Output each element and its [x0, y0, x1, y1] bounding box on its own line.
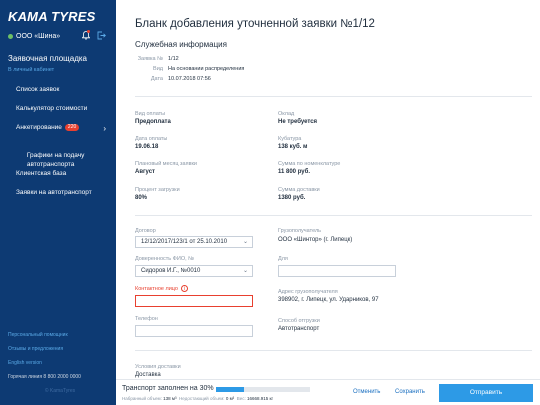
volume-label: Набранный объем:	[122, 396, 162, 401]
page-title: Бланк добавления уточненной заявки №1/12	[135, 18, 375, 30]
transport-stats: Набранный объем: 138 м³ Недостающий объе…	[122, 396, 273, 401]
transport-fill-title: Транспорт заполнен на 30%	[122, 385, 214, 392]
nomenclature-sum-value: 11 800 руб.	[278, 169, 310, 175]
chevron-down-icon: ⌄	[242, 239, 248, 245]
payment-type-label: Вид оплаты	[135, 111, 166, 117]
send-button[interactable]: Отправить	[439, 384, 533, 402]
warehouse-label: Оклад	[278, 111, 295, 117]
sidebar-item-transport-requests[interactable]: Заявки на автотранспорт	[0, 189, 92, 196]
contract-select-value: 12/12/2017/123/1 от 25.10.2010	[141, 239, 228, 245]
sidebar-item-label: Заявки на автотранспорт	[16, 189, 92, 196]
sidebar: KAMA TYRES ООО «Шина» Заявочная площадка…	[0, 0, 116, 405]
section-title: Служебная информация	[135, 40, 227, 49]
weight-label: Вес:	[236, 396, 246, 401]
load-percent-label: Процент загрузки	[135, 187, 180, 193]
meta-date: Дата 10.07.2018 07:56	[135, 76, 211, 82]
for-label: Для	[278, 256, 288, 262]
delivery-sum-value: 1380 руб.	[278, 195, 306, 201]
chevron-down-icon: ⌄	[242, 268, 248, 274]
info-icon[interactable]: i	[180, 285, 188, 292]
transport-progress-bar	[216, 387, 310, 392]
sidebar-item-calculator[interactable]: Калькулятор стоимости	[0, 105, 87, 112]
load-percent-value: 80%	[135, 195, 148, 201]
meta-key: Заявка №	[137, 56, 163, 62]
meta-type: Вид На основании распределения	[135, 66, 244, 72]
shipping-value: Автотранспорт	[278, 326, 320, 332]
save-button[interactable]: Сохранить	[395, 389, 425, 395]
contact-input[interactable]	[135, 295, 253, 307]
assistant-link[interactable]: Персональный помощник	[8, 332, 112, 346]
delivery-sum-label: Сумма доставки	[278, 187, 320, 193]
payment-date-value: 19.06.18	[135, 144, 159, 150]
divider	[135, 96, 532, 97]
meta-value: 1/12	[168, 56, 179, 62]
missing-label: Недостающий объем:	[179, 396, 225, 401]
main-content: Бланк добавления уточненной заявки №1/12…	[116, 0, 540, 405]
logo-text: KAMA TYRES	[8, 8, 96, 24]
volume-value: 138 м³	[163, 396, 177, 401]
missing-value: 0 м³	[225, 396, 235, 401]
delivery-conditions-value: Доставка	[135, 372, 161, 378]
sidebar-item-label: Клиентская база	[16, 170, 67, 177]
contact-label-text: Контактное лицо	[135, 285, 178, 292]
contact-label: Контактное лицо i	[135, 285, 188, 292]
company-selector[interactable]: ООО «Шина»	[8, 30, 108, 42]
warehouse-value: Не требуется	[278, 119, 318, 125]
progress-fill	[216, 387, 245, 392]
copyright-text: © KamaTyres	[44, 388, 76, 394]
contract-label: Договор	[135, 228, 156, 234]
sidebar-title: Заявочная площадка	[8, 54, 87, 63]
meta-key: Вид	[153, 66, 163, 72]
sidebar-item-label: Калькулятор стоимости	[16, 105, 88, 112]
delivery-conditions-label: Условия доставки	[135, 364, 181, 370]
contract-select[interactable]: 12/12/2017/123/1 от 25.10.2010 ⌄	[135, 236, 253, 248]
sidebar-item-clients[interactable]: Клиентская база	[0, 170, 66, 177]
notification-dot-icon	[87, 30, 90, 33]
meta-key: Дата	[150, 76, 163, 82]
payment-type-value: Предоплата	[135, 119, 171, 125]
address-label: Адрес грузополучателя	[278, 289, 338, 295]
shipping-label: Способ отгрузки	[278, 318, 320, 324]
phone-label: Телефон	[135, 316, 158, 322]
plan-month-value: Август	[135, 169, 155, 175]
payment-date-label: Дата оплаты	[135, 136, 168, 142]
logout-icon[interactable]	[97, 31, 106, 40]
bottom-bar: Транспорт заполнен на 30% Набранный объе…	[116, 379, 540, 405]
meta-request-number: Заявка № 1/12	[135, 56, 179, 62]
english-link[interactable]: English version	[8, 360, 112, 374]
company-name: ООО «Шина»	[16, 32, 61, 40]
personal-cabinet-link[interactable]: В личный кабинет	[8, 67, 54, 73]
divider	[135, 215, 532, 216]
sidebar-item-requests[interactable]: Список заявок	[0, 86, 59, 93]
for-input[interactable]	[278, 265, 396, 277]
sidebar-footer: Персональный помощник Отзывы и предложен…	[8, 332, 112, 402]
sidebar-item-label: Анкетирование	[16, 124, 62, 132]
sidebar-item-label: Список заявок	[16, 86, 60, 93]
proxy-label: Доверенность ФИО, №	[135, 256, 195, 262]
address-value: 398902, г. Липецк, ул. Ударников, 97	[278, 297, 379, 303]
weight-value: 16668.915 кг	[246, 396, 274, 401]
proxy-select-value: Сидоров И.Г., №0010	[141, 268, 201, 274]
phone-input[interactable]	[135, 325, 253, 337]
cubature-value: 138 куб. м	[278, 144, 308, 150]
plan-month-label: Плановый месяц заявки	[135, 161, 197, 167]
hotline-text: Горячая линия 8 800 2000 0000	[8, 374, 81, 380]
cancel-button[interactable]: Отменить	[353, 389, 380, 395]
sidebar-item-survey[interactable]: Анкетирование 220 ›	[0, 124, 116, 133]
consignee-value: ООО «Шинтор» (г. Липецк)	[278, 237, 353, 243]
cubature-label: Кубатура	[278, 136, 302, 142]
sidebar-item-label: Графики на подачу автотранспорта	[26, 152, 85, 168]
proxy-select[interactable]: Сидоров И.Г., №0010 ⌄	[135, 265, 253, 277]
consignee-label: Грузополучатель	[278, 228, 322, 234]
divider	[135, 350, 532, 351]
chevron-right-icon: ›	[103, 124, 106, 133]
status-dot-icon	[8, 33, 13, 39]
feedback-link[interactable]: Отзывы и предложения	[8, 346, 112, 360]
meta-value: 10.07.2018 07:56	[168, 76, 211, 82]
meta-value: На основании распределения	[168, 66, 245, 72]
survey-count-badge: 220	[64, 124, 80, 131]
nomenclature-sum-label: Сумма по номенклатуре	[278, 161, 341, 167]
logo[interactable]: KAMA TYRES	[8, 8, 96, 24]
